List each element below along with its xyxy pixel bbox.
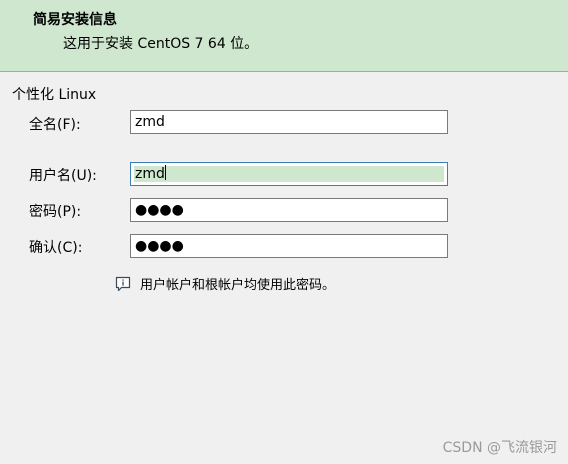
header-title: 简易安装信息 bbox=[33, 12, 117, 28]
confirm-password-input[interactable]: ●●●● bbox=[130, 234, 448, 258]
fullname-input[interactable]: zmd bbox=[130, 110, 448, 134]
confirm-masked-value: ●●●● bbox=[135, 238, 184, 254]
watermark: CSDN @飞流银河 bbox=[442, 440, 557, 456]
password-masked-value: ●●●● bbox=[135, 202, 184, 218]
password-hint: 用户帐户和根帐户均使用此密码。 bbox=[115, 274, 335, 293]
password-input[interactable]: ●●●● bbox=[130, 198, 448, 222]
username-value: zmd bbox=[135, 166, 165, 182]
username-selection-highlight bbox=[134, 166, 444, 182]
info-speech-icon bbox=[115, 276, 131, 292]
username-input[interactable]: zmd bbox=[130, 162, 448, 186]
username-label: 用户名(U): bbox=[29, 168, 97, 184]
header-banner: 简易安装信息 这用于安装 CentOS 7 64 位。 bbox=[0, 0, 568, 72]
header-subtitle: 这用于安装 CentOS 7 64 位。 bbox=[63, 36, 259, 52]
confirm-label: 确认(C): bbox=[29, 240, 83, 256]
text-caret bbox=[164, 165, 166, 180]
fullname-label: 全名(F): bbox=[29, 117, 81, 133]
fullname-value: zmd bbox=[135, 114, 165, 130]
section-label: 个性化 Linux bbox=[12, 87, 97, 103]
password-hint-text: 用户帐户和根帐户均使用此密码。 bbox=[140, 278, 336, 293]
username-text: zmd bbox=[135, 165, 166, 183]
password-label: 密码(P): bbox=[29, 204, 82, 220]
